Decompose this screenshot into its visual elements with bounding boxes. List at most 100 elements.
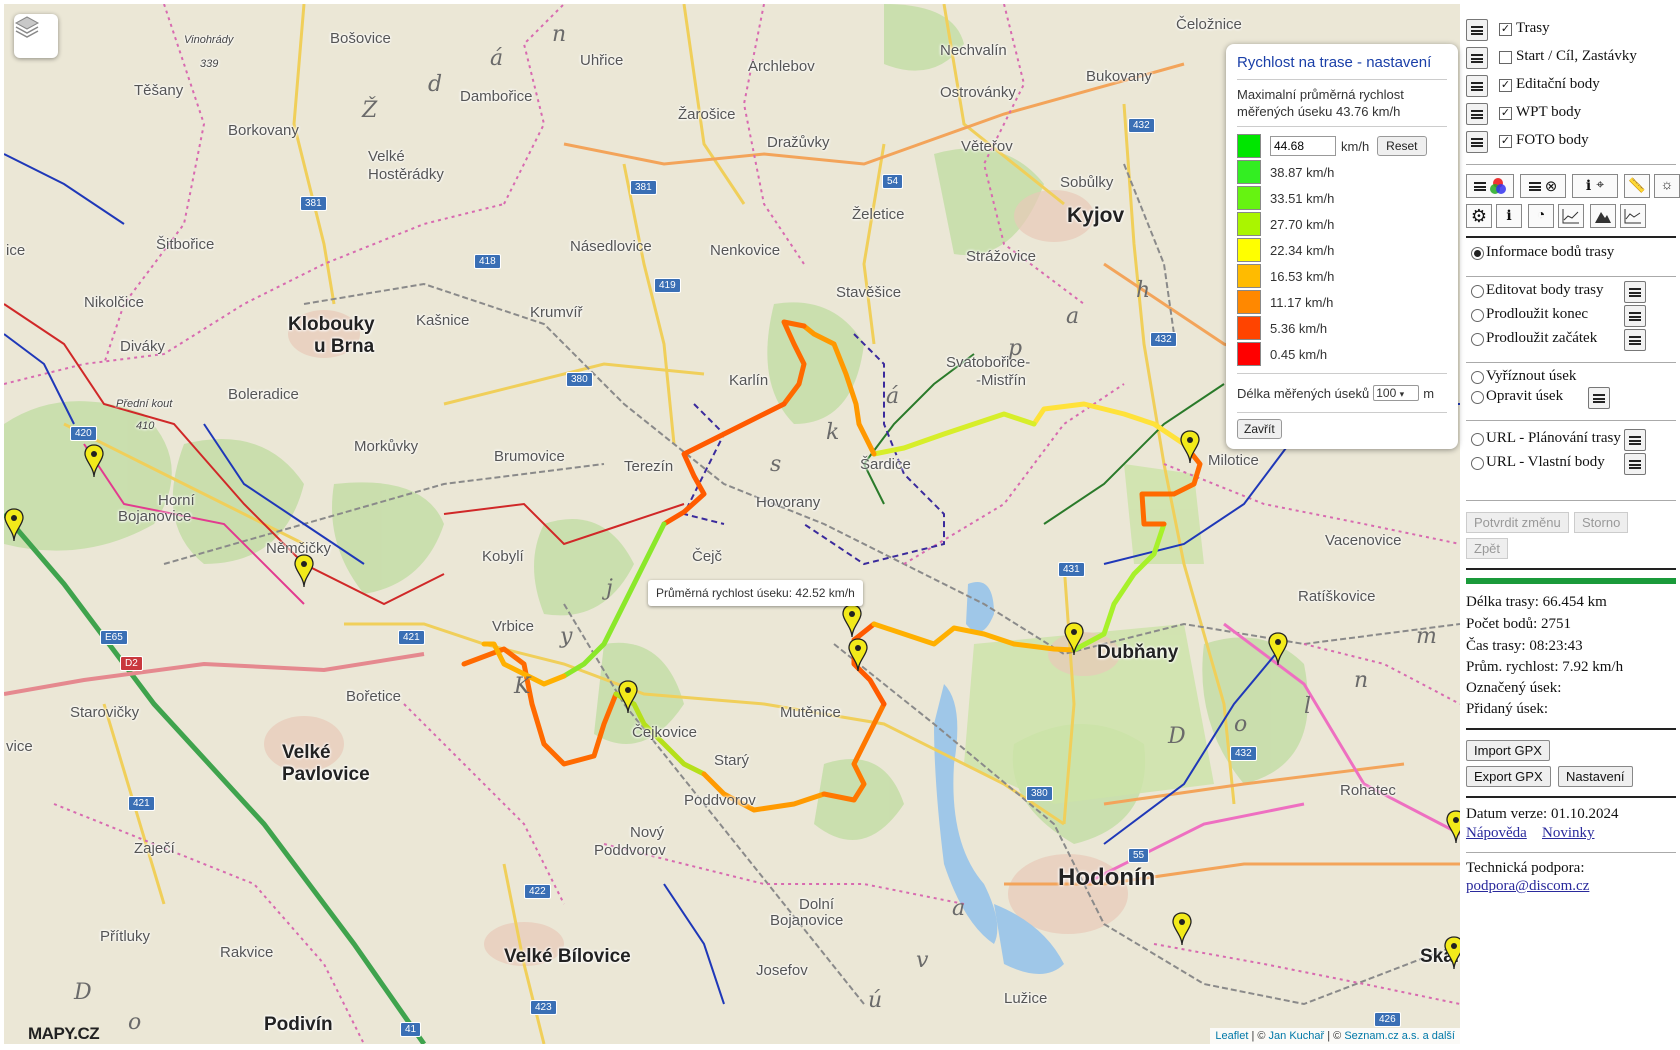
region-label-letter: v xyxy=(916,948,929,973)
layer-label: FOTO body xyxy=(1516,132,1589,148)
waypoint-pin-icon[interactable] xyxy=(1268,632,1288,666)
layer-menu-button[interactable] xyxy=(1466,19,1488,41)
export-gpx-button[interactable]: Export GPX xyxy=(1466,766,1551,787)
mapy-cz-logo[interactable]: MAPY.CZ xyxy=(28,1024,100,1044)
speed-color-swatch[interactable] xyxy=(1237,342,1261,366)
back-button[interactable]: Zpět xyxy=(1466,538,1509,559)
max-speed-input[interactable] xyxy=(1270,136,1336,156)
place-label: Vacenovice xyxy=(1325,532,1402,549)
place-label: Kobylí xyxy=(482,548,524,565)
place-label: Karlín xyxy=(729,372,769,389)
speed-graph-button[interactable] xyxy=(1558,204,1584,228)
ruler-button[interactable]: 📏 xyxy=(1624,174,1650,198)
speed-color-swatch[interactable] xyxy=(1237,160,1261,184)
place-label: Dubňany xyxy=(1097,642,1179,663)
segment-length-select[interactable]: 100 ▾ xyxy=(1373,385,1420,401)
info-button[interactable]: i xyxy=(1496,204,1522,228)
layer-menu-button[interactable] xyxy=(1466,131,1488,153)
speed-color-swatch[interactable] xyxy=(1237,134,1261,158)
track-colors-button[interactable] xyxy=(1466,174,1514,198)
reset-button[interactable]: Reset xyxy=(1377,136,1427,156)
sun-icon: ☼ xyxy=(1660,178,1674,193)
layer-checkbox[interactable]: ✓ xyxy=(1499,23,1512,36)
waypoint-pin-icon[interactable] xyxy=(618,680,638,714)
mode-menu-button[interactable] xyxy=(1624,329,1646,351)
place-label: Starý xyxy=(714,752,750,769)
mode-menu-button[interactable] xyxy=(1624,305,1646,327)
waypoint-pin-icon[interactable] xyxy=(842,604,862,638)
speed-threshold-label: 5.36 km/h xyxy=(1270,320,1328,336)
speed-color-swatch[interactable] xyxy=(1237,238,1261,262)
mode-radio[interactable] xyxy=(1471,309,1484,322)
mode-radio[interactable] xyxy=(1471,285,1484,298)
layer-checkbox[interactable]: ✓ xyxy=(1499,107,1512,120)
layer-checkbox[interactable]: ✓ xyxy=(1499,79,1512,92)
road-number-shield: 41 xyxy=(400,1022,422,1037)
settings-button[interactable]: ⚙ xyxy=(1466,204,1492,228)
speed-color-swatch[interactable] xyxy=(1237,264,1261,288)
speed-threshold-label: 27.70 km/h xyxy=(1270,216,1335,232)
layer-menu-button[interactable] xyxy=(1466,47,1488,69)
place-label: Bojanovice xyxy=(770,912,844,929)
layer-menu-button[interactable] xyxy=(1466,75,1488,97)
region-label-letter: k xyxy=(826,420,840,445)
import-gpx-button[interactable]: Import GPX xyxy=(1466,740,1550,761)
speed-color-swatch[interactable] xyxy=(1237,212,1261,236)
layer-checkbox[interactable]: ✓ xyxy=(1499,135,1512,148)
divider xyxy=(1237,373,1447,374)
mode-menu-button[interactable] xyxy=(1624,281,1646,303)
speed-color-swatch[interactable] xyxy=(1237,290,1261,314)
divider xyxy=(1466,728,1676,730)
waypoint-pin-icon[interactable] xyxy=(1446,810,1460,844)
support-email-link[interactable]: podpora@discom.cz xyxy=(1466,878,1589,895)
terrain-label: Přední kout xyxy=(116,398,173,410)
delete-points-button[interactable]: ⊗ xyxy=(1520,174,1566,198)
road-number-shield: 380 xyxy=(1026,786,1053,801)
waypoint-pin-icon[interactable] xyxy=(1444,936,1460,970)
mode-menu-button[interactable] xyxy=(1588,387,1610,409)
graph-icon xyxy=(1624,209,1641,224)
brightness-button[interactable]: ☼ xyxy=(1654,174,1680,198)
elevation-profile-button[interactable] xyxy=(1590,204,1616,228)
waypoint-pin-icon[interactable] xyxy=(1180,430,1200,464)
layers-button[interactable] xyxy=(14,14,58,58)
confirm-change-button[interactable]: Potvrdit změnu xyxy=(1466,512,1569,533)
mode-menu-button[interactable] xyxy=(1624,453,1646,475)
seznam-link[interactable]: Seznam.cz a.s. a další xyxy=(1344,1030,1455,1042)
region-label-letter: y xyxy=(560,624,573,649)
layer-checkbox[interactable] xyxy=(1499,51,1512,64)
mode-radio[interactable] xyxy=(1471,333,1484,346)
author-link[interactable]: Jan Kuchař xyxy=(1269,1030,1325,1042)
speed-color-swatch[interactable] xyxy=(1237,186,1261,210)
waypoint-pin-icon[interactable] xyxy=(848,638,868,672)
mode-radio[interactable] xyxy=(1471,247,1484,260)
layer-menu-button[interactable] xyxy=(1466,103,1488,125)
mode-menu-button[interactable] xyxy=(1624,429,1646,451)
cancel-button[interactable]: Storno xyxy=(1574,512,1629,533)
news-link[interactable]: Novinky xyxy=(1542,825,1595,842)
place-label: Bořetice xyxy=(346,688,402,705)
speed-settings-panel: Rychlost na trase - nastavení Maximalní … xyxy=(1226,44,1458,449)
waypoint-pin-icon[interactable] xyxy=(1064,622,1084,656)
info-location-button[interactable]: i ⌖ xyxy=(1572,174,1618,198)
speedometer-button[interactable]: ◔ xyxy=(1528,204,1554,228)
settings-button[interactable]: Nastavení xyxy=(1558,766,1633,787)
mode-radio[interactable] xyxy=(1471,391,1484,404)
close-button[interactable]: Zavřít xyxy=(1237,419,1282,439)
layer-label: WPT body xyxy=(1516,104,1582,120)
place-label: Čejkovice xyxy=(632,724,698,741)
mode-radio[interactable] xyxy=(1471,433,1484,446)
mode-radio-label: URL - Plánování trasy xyxy=(1486,430,1621,446)
waypoint-pin-icon[interactable] xyxy=(4,508,24,542)
leaflet-link[interactable]: Leaflet xyxy=(1215,1030,1248,1042)
help-link[interactable]: Nápověda xyxy=(1466,825,1527,842)
speed-legend-row: 11.17 km/h xyxy=(1237,289,1447,315)
mode-radio[interactable] xyxy=(1471,371,1484,384)
waypoint-pin-icon[interactable] xyxy=(294,554,314,588)
waypoint-pin-icon[interactable] xyxy=(1172,912,1192,946)
waypoint-pin-icon[interactable] xyxy=(84,444,104,478)
place-label: Podivín xyxy=(264,1014,333,1035)
speed-color-swatch[interactable] xyxy=(1237,316,1261,340)
mode-radio[interactable] xyxy=(1471,457,1484,470)
elevation-graph-button[interactable] xyxy=(1620,204,1646,228)
